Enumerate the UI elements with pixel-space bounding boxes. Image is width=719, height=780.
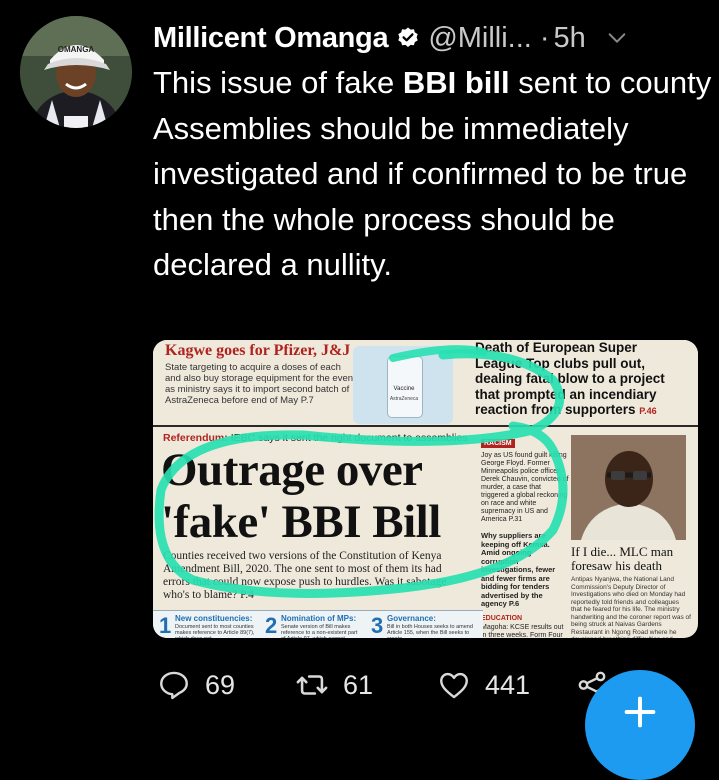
like-button[interactable]: 441: [437, 660, 530, 710]
reply-count: 69: [205, 669, 236, 700]
tweet-text: This issue of fake BBI bill sent to coun…: [153, 60, 713, 288]
tweet-header: Millicent Omanga @Milli... · 5h: [153, 18, 709, 58]
header-separator: ·: [539, 21, 550, 54]
tweet-text-part-1: This issue of fake: [153, 65, 403, 100]
verified-badge-icon: [398, 27, 419, 47]
retweet-button[interactable]: 61: [295, 660, 373, 710]
tweet-media-image[interactable]: Kagwe goes for Pfizer, J&J State targeti…: [153, 340, 698, 638]
highlight-circle-annotation: [154, 345, 568, 598]
reply-icon: [160, 671, 188, 700]
author-name[interactable]: Millicent Omanga: [153, 22, 389, 55]
tweet-timestamp[interactable]: 5h: [554, 22, 586, 55]
like-icon: [440, 672, 468, 699]
avatar-image: OMANGA: [20, 16, 132, 128]
avatar-cap-text: OMANGA: [58, 45, 95, 54]
retweet-count: 61: [343, 669, 374, 700]
author-avatar[interactable]: OMANGA: [20, 16, 132, 128]
reply-button[interactable]: 69: [157, 660, 235, 710]
tweet-text-bold: BBI bill: [402, 65, 510, 100]
compose-button[interactable]: [585, 670, 695, 780]
compose-icon: [624, 696, 656, 728]
like-count: 441: [485, 669, 531, 700]
retweet-icon: [296, 675, 328, 695]
chevron-down-icon[interactable]: [606, 27, 628, 49]
author-handle[interactable]: @Milli...: [428, 22, 532, 55]
